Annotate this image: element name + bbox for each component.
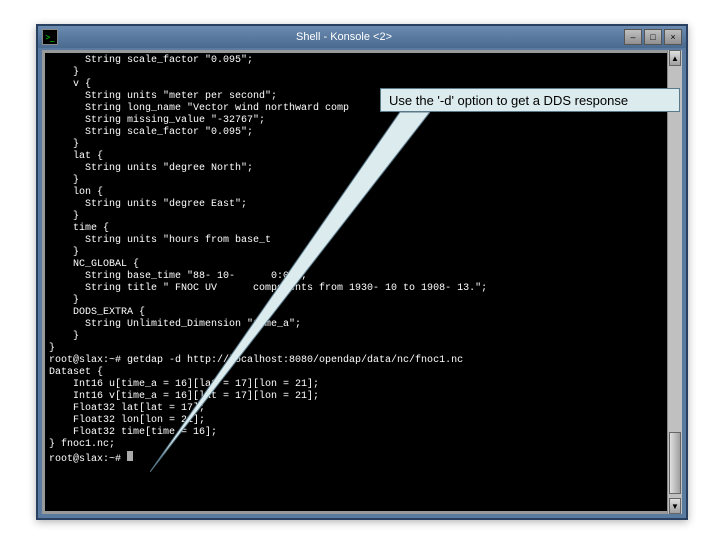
scrollbar[interactable]: ▲ ▼: [667, 50, 682, 514]
maximize-button[interactable]: □: [644, 29, 662, 45]
titlebar[interactable]: >_ Shell - Konsole <2> – □ ×: [38, 26, 686, 48]
callout-pointer: [150, 112, 430, 472]
minimize-button[interactable]: –: [624, 29, 642, 45]
close-button[interactable]: ×: [664, 29, 682, 45]
scroll-up-icon[interactable]: ▲: [669, 50, 681, 66]
callout-text: Use the '-d' option to get a DDS respons…: [389, 93, 628, 108]
annotation-callout: Use the '-d' option to get a DDS respons…: [380, 88, 680, 112]
terminal-cursor: [127, 451, 133, 461]
scroll-thumb[interactable]: [669, 432, 681, 494]
scroll-down-icon[interactable]: ▼: [669, 498, 681, 514]
titlebar-buttons: – □ ×: [624, 29, 682, 45]
terminal-icon: >_: [42, 29, 58, 45]
window-title: Shell - Konsole <2>: [64, 31, 624, 43]
